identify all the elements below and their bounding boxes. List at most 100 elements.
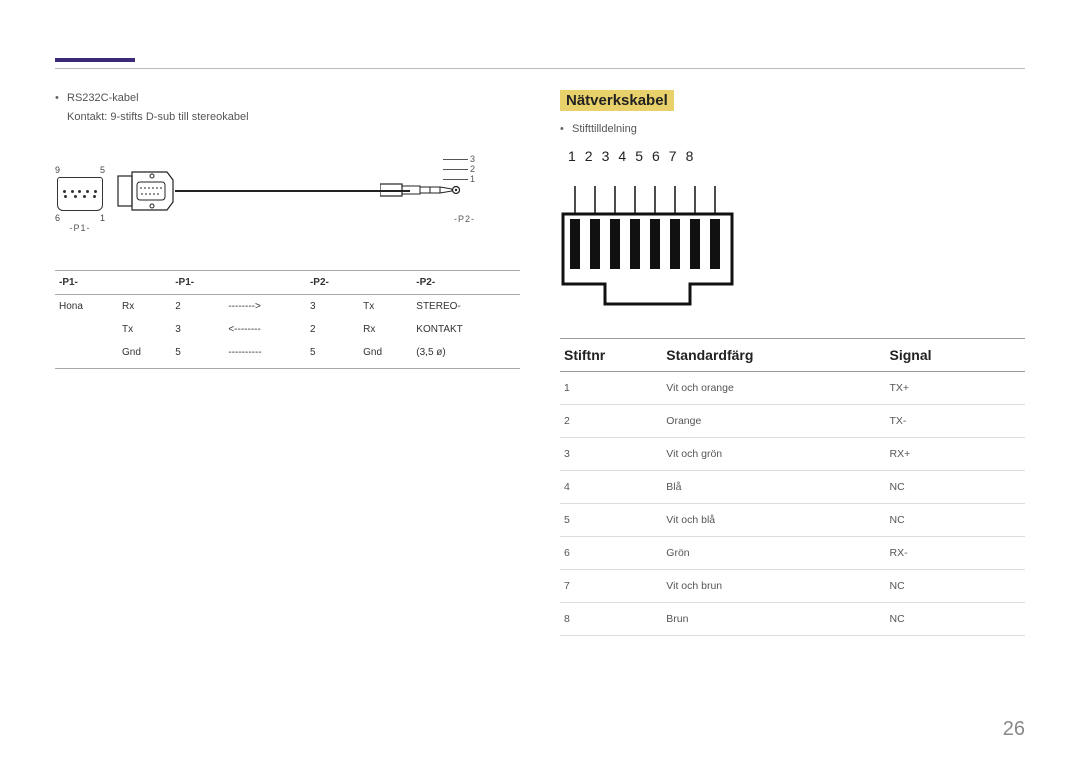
table-cell: Vit och grön (662, 437, 885, 470)
net-h2: Signal (885, 338, 1025, 371)
network-cable-heading: Nätverkskabel (560, 90, 674, 111)
table-cell: Grön (662, 536, 885, 569)
table-row: 5Vit och blåNC (560, 503, 1025, 536)
rj45-pin-number: 4 (618, 148, 626, 164)
rs-h6: -P2- (412, 271, 520, 295)
table-cell: 3 (560, 437, 662, 470)
rj45-pin-number: 1 (568, 148, 576, 164)
table-row: 4BlåNC (560, 470, 1025, 503)
table-cell: Vit och orange (662, 371, 885, 404)
rj45-numbers: 12345678 (568, 148, 693, 164)
table-cell: 5 (560, 503, 662, 536)
table-row: HonaRx2-------->3TxSTEREO- (55, 295, 520, 319)
table-cell: Rx (359, 318, 412, 341)
table-cell: Gnd (118, 341, 171, 369)
table-cell: Brun (662, 602, 885, 635)
left-column: RS232C-kabel Kontakt: 9-stifts D-sub til… (55, 90, 520, 636)
table-cell: RX- (885, 536, 1025, 569)
table-cell: 2 (306, 318, 359, 341)
header-accent (55, 58, 135, 62)
table-cell: STEREO- (412, 295, 520, 319)
table-cell: 3 (171, 318, 224, 341)
cable-line (175, 190, 410, 192)
plug-label: -P2- (454, 214, 475, 224)
table-cell: Rx (118, 295, 171, 319)
header-rule (55, 68, 1025, 69)
dsub-label: -P1- (55, 223, 105, 233)
table-cell: Orange (662, 404, 885, 437)
net-h0: Stiftnr (560, 338, 662, 371)
table-row: 7Vit och brunNC (560, 569, 1025, 602)
cable-diagram: 9 5 6 1 -P1- (55, 140, 520, 260)
table-cell: Tx (118, 318, 171, 341)
rs-h5 (359, 271, 412, 295)
rj45-pin-number: 7 (669, 148, 677, 164)
table-cell: <-------- (224, 318, 306, 341)
dsub-connector-icon (117, 168, 177, 214)
table-cell: NC (885, 470, 1025, 503)
table-cell: 5 (306, 341, 359, 369)
table-cell: NC (885, 569, 1025, 602)
table-cell: 2 (560, 404, 662, 437)
table-cell: 5 (171, 341, 224, 369)
table-cell: 8 (560, 602, 662, 635)
table-cell: KONTAKT (412, 318, 520, 341)
table-row: Gnd5----------5Gnd(3,5 ø) (55, 341, 520, 369)
table-cell: (3,5 ø) (412, 341, 520, 369)
rj45-pin-number: 8 (686, 148, 694, 164)
right-bullet: Stifttilldelning (560, 121, 1025, 138)
dsub-pin-br: 1 (100, 213, 105, 223)
table-cell: 6 (560, 536, 662, 569)
rs-h3 (224, 271, 306, 295)
table-cell: Vit och brun (662, 569, 885, 602)
rj45-diagram: 12345678 (560, 148, 740, 318)
table-cell: NC (885, 503, 1025, 536)
dsub-pin-tl: 9 (55, 165, 60, 175)
rs232-table: -P1- -P1- -P2- -P2- HonaRx2-------->3TxS… (55, 270, 520, 369)
table-row: 2OrangeTX- (560, 404, 1025, 437)
rj45-pin-number: 3 (602, 148, 610, 164)
dsub-pin-bl: 6 (55, 213, 60, 223)
table-cell: 7 (560, 569, 662, 602)
rj45-pin-number: 2 (585, 148, 593, 164)
table-cell: 2 (171, 295, 224, 319)
dsub-pin-tr: 5 (100, 165, 105, 175)
table-row: 1Vit och orangeTX+ (560, 371, 1025, 404)
table-cell: Tx (359, 295, 412, 319)
content-columns: RS232C-kabel Kontakt: 9-stifts D-sub til… (55, 90, 1025, 636)
rs-h2: -P1- (171, 271, 224, 295)
rs-tbody: HonaRx2-------->3TxSTEREO-Tx3<--------2R… (55, 295, 520, 369)
table-cell (55, 318, 118, 341)
plug-n1: 1 (470, 175, 475, 185)
table-cell: RX+ (885, 437, 1025, 470)
table-cell: TX- (885, 404, 1025, 437)
rs-h1 (118, 271, 171, 295)
page-number: 26 (1003, 718, 1025, 741)
table-cell: Hona (55, 295, 118, 319)
plug-pin-labels: 3 2 1 (443, 155, 475, 185)
rs-h4: -P2- (306, 271, 359, 295)
table-row: 8BrunNC (560, 602, 1025, 635)
table-cell: NC (885, 602, 1025, 635)
table-cell: TX+ (885, 371, 1025, 404)
dsub-pin-face (57, 177, 103, 211)
net-h1: Standardfärg (662, 338, 885, 371)
rj45-pin-number: 6 (652, 148, 660, 164)
rj45-connector-icon (560, 186, 735, 321)
table-cell: Vit och blå (662, 503, 885, 536)
rj45-pin-number: 5 (635, 148, 643, 164)
network-table: Stiftnr Standardfärg Signal 1Vit och ora… (560, 338, 1025, 636)
table-cell: 4 (560, 470, 662, 503)
dsub-pin-block: 9 5 6 1 -P1- (55, 165, 105, 233)
table-cell (55, 341, 118, 369)
rs-h0: -P1- (55, 271, 118, 295)
table-row: Tx3<--------2RxKONTAKT (55, 318, 520, 341)
table-row: 3Vit och grönRX+ (560, 437, 1025, 470)
table-cell: --------> (224, 295, 306, 319)
left-cable-title: RS232C-kabel (55, 90, 520, 107)
net-tbody: 1Vit och orangeTX+2OrangeTX-3Vit och grö… (560, 371, 1025, 635)
right-column: Nätverkskabel Stifttilldelning 12345678 (560, 90, 1025, 636)
table-cell: 3 (306, 295, 359, 319)
table-cell: Blå (662, 470, 885, 503)
left-cable-subtitle: Kontakt: 9-stifts D-sub till stereokabel (55, 109, 520, 126)
